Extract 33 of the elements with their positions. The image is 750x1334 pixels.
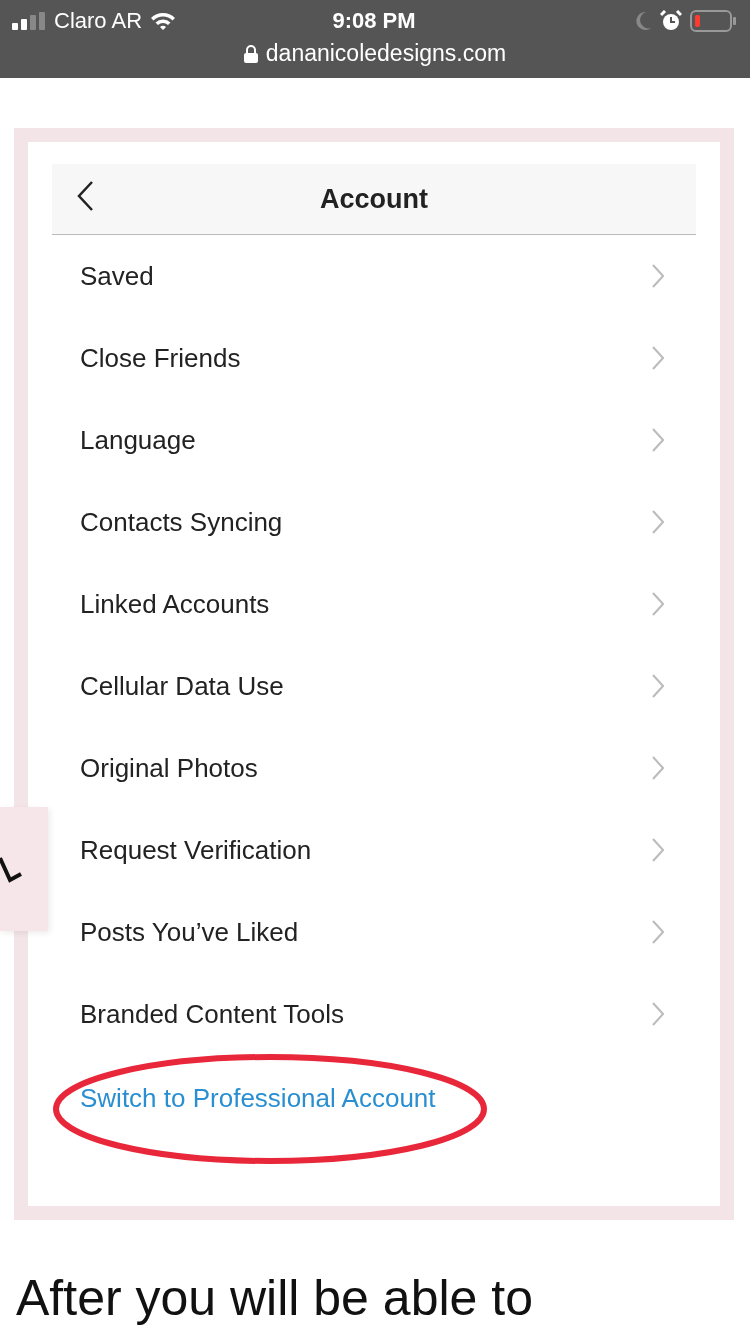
clock-time: 9:08 PM: [332, 8, 416, 34]
alarm-clock-icon: [660, 10, 682, 32]
menu-item[interactable]: Branded Content Tools: [80, 998, 345, 1030]
menu-item[interactable]: Contacts Syncing: [80, 506, 283, 538]
battery-icon: [690, 10, 736, 32]
menu-item[interactable]: Original Photos: [80, 752, 258, 784]
page-url[interactable]: dananicoledesigns.com: [265, 40, 507, 67]
menu-item[interactable]: Posts You’ve Liked: [80, 916, 299, 948]
chevron-right-icon: [652, 346, 664, 370]
chevron-right-icon: [652, 264, 664, 288]
menu-item[interactable]: Linked Accounts: [80, 588, 270, 620]
menu-item[interactable]: Cellular Data Use: [80, 670, 284, 702]
chevron-right-icon: [652, 510, 664, 534]
menu-item[interactable]: Request Verification: [80, 834, 312, 866]
carrier-name: Claro AR: [54, 8, 143, 34]
chevron-right-icon: [652, 838, 664, 862]
chevron-right-icon: [652, 674, 664, 698]
lock-icon: [243, 44, 258, 63]
menu-item[interactable]: Saved: [80, 260, 154, 292]
signal-icon: [12, 12, 46, 30]
chevron-right-icon: [652, 756, 664, 780]
menu-item[interactable]: Language: [80, 424, 196, 456]
chevron-right-icon: [652, 428, 664, 452]
chevron-right-icon: [652, 920, 664, 944]
wifi-icon: [150, 11, 177, 31]
screen-title: Account: [319, 183, 429, 215]
moon-icon: [634, 11, 652, 31]
side-tab[interactable]: [0, 807, 48, 931]
chevron-right-icon: [652, 1002, 664, 1026]
body-text: After you will be able to: [16, 1270, 533, 1328]
chevron-right-icon: [652, 592, 664, 616]
back-icon[interactable]: [76, 180, 94, 212]
menu-item[interactable]: Close Friends: [80, 342, 241, 374]
